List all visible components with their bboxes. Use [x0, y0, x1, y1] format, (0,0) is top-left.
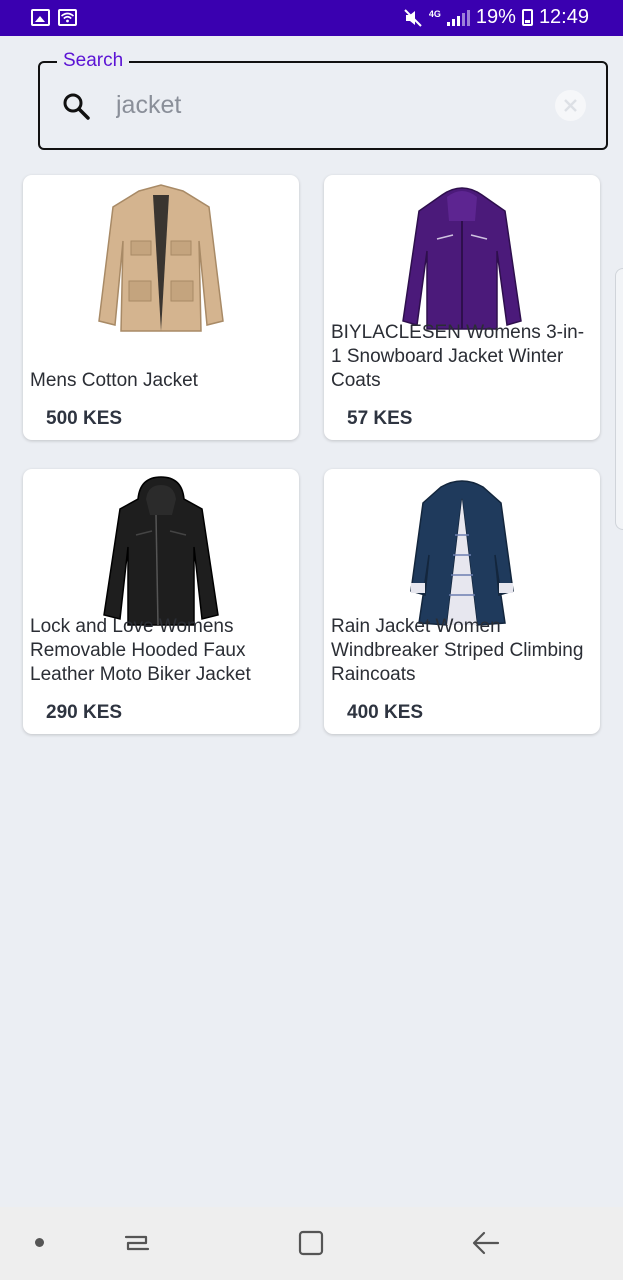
search-label: Search — [57, 48, 130, 74]
product-price: 500 KES — [46, 408, 123, 429]
product-image-navy-rain-jacket — [324, 475, 600, 627]
home-icon[interactable] — [295, 1227, 327, 1259]
search-icon — [63, 93, 90, 120]
product-image-beige-jacket — [23, 181, 299, 333]
product-title: BIYLACLESEN Womens 3-in-1 Snowboard Jack… — [331, 322, 585, 391]
back-icon[interactable] — [470, 1227, 502, 1259]
signal-icon — [446, 9, 470, 26]
network-type: 4G — [428, 9, 441, 19]
clear-search-button[interactable] — [555, 90, 586, 121]
recent-apps-icon[interactable] — [121, 1227, 153, 1259]
product-card[interactable]: BIYLACLESEN Womens 3-in-1 Snowboard Jack… — [324, 175, 600, 440]
dot-icon[interactable] — [35, 1238, 44, 1247]
product-title: Mens Cotton Jacket — [30, 370, 198, 391]
battery-percent: 19% — [475, 6, 516, 28]
edge-panel-handle[interactable] — [615, 268, 623, 530]
product-price: 290 KES — [46, 702, 123, 723]
product-card[interactable]: Lock and Love Womens Removable Hooded Fa… — [23, 469, 299, 734]
product-card[interactable]: Mens Cotton Jacket 500 KES — [23, 175, 299, 440]
battery-icon — [521, 9, 533, 26]
product-image-black-leather-jacket — [23, 475, 299, 627]
product-title: Rain Jacket Women Windbreaker Striped Cl… — [331, 616, 584, 685]
mute-icon — [404, 8, 422, 27]
product-title: Lock and Love Womens Removable Hooded Fa… — [30, 616, 251, 685]
navigation-bar — [0, 1207, 623, 1280]
clock: 12:49 — [538, 6, 589, 28]
status-bar: 4G 19% 12:49 — [0, 0, 623, 36]
search-field[interactable]: Search — [38, 48, 608, 150]
product-price: 57 KES — [347, 408, 413, 429]
wifi-notification-icon — [58, 9, 77, 26]
product-price: 400 KES — [347, 702, 424, 723]
close-icon — [564, 99, 577, 112]
product-image-purple-jacket — [324, 181, 600, 333]
gallery-notification-icon — [31, 9, 50, 26]
search-input[interactable] — [116, 87, 536, 123]
product-card[interactable]: Rain Jacket Women Windbreaker Striped Cl… — [324, 469, 600, 734]
